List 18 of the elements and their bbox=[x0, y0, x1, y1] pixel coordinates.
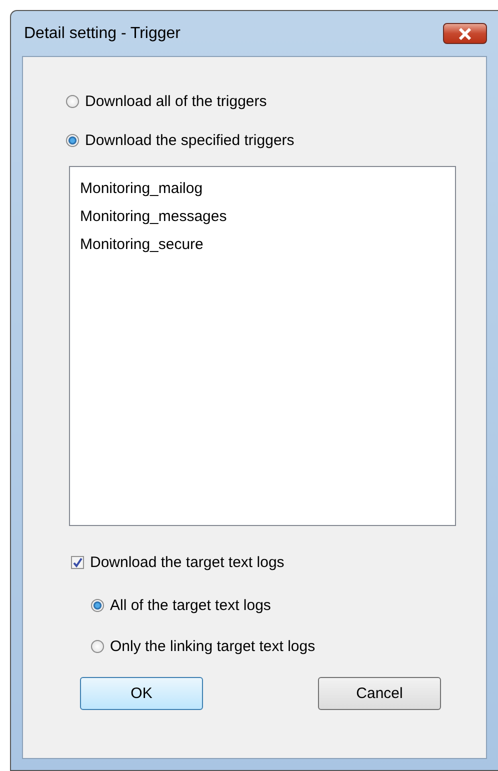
ok-button[interactable]: OK bbox=[80, 677, 203, 710]
option-label: Download all of the triggers bbox=[85, 93, 267, 110]
checkbox-label: Download the target text logs bbox=[90, 554, 284, 571]
window-title: Detail setting - Trigger bbox=[23, 24, 181, 42]
cancel-button[interactable]: Cancel bbox=[318, 677, 441, 710]
list-item[interactable]: Monitoring_messages bbox=[80, 203, 227, 231]
list-item[interactable]: Monitoring_secure bbox=[80, 231, 204, 259]
list-item[interactable]: Monitoring_mailog bbox=[80, 175, 203, 203]
radio-button[interactable] bbox=[66, 95, 79, 108]
option-label: Download the specified triggers bbox=[85, 132, 294, 149]
radio-button[interactable] bbox=[66, 134, 79, 147]
option-label: Only the linking target text logs bbox=[110, 638, 316, 655]
close-icon bbox=[457, 28, 473, 40]
radio-button[interactable] bbox=[91, 640, 104, 653]
close-button[interactable] bbox=[443, 23, 487, 44]
option-label: All of the target text logs bbox=[110, 597, 271, 614]
radio-button[interactable] bbox=[91, 599, 104, 612]
checkbox[interactable] bbox=[71, 556, 84, 569]
